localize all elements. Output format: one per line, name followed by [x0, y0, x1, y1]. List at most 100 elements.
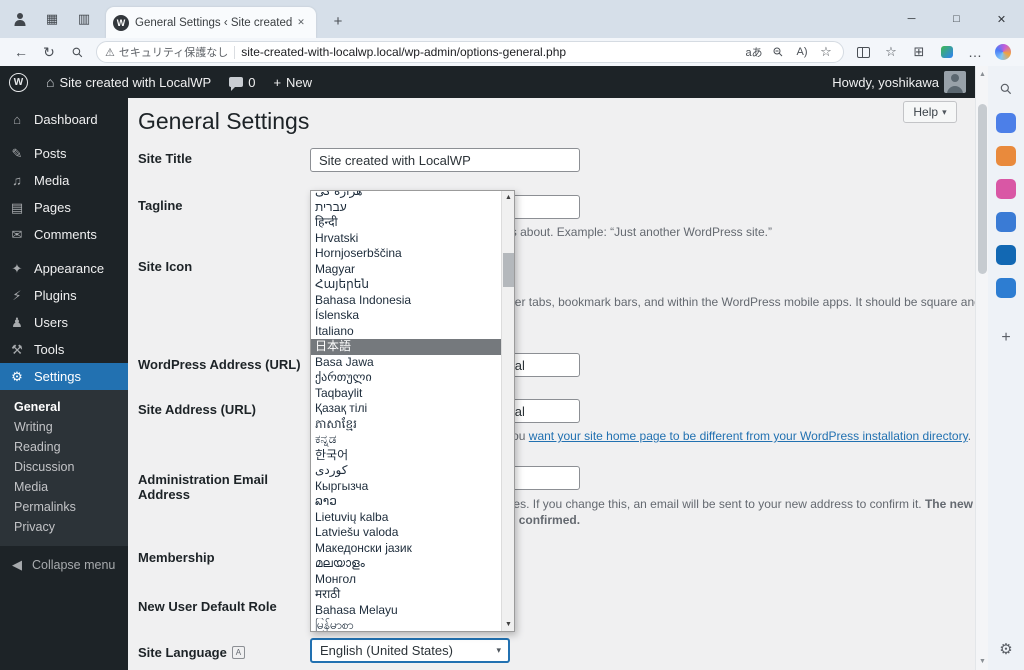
- submenu-item-permalinks[interactable]: Permalinks: [0, 497, 128, 517]
- search-icon[interactable]: [64, 41, 90, 63]
- submenu-item-general[interactable]: General: [0, 397, 128, 417]
- language-option[interactable]: ქართული: [311, 370, 501, 386]
- sidebar-item-comments[interactable]: ✉ Comments: [0, 221, 128, 248]
- dashboard-icon: ⌂: [9, 112, 25, 127]
- language-option[interactable]: Hrvatski: [311, 231, 501, 247]
- submenu-item-media[interactable]: Media: [0, 477, 128, 497]
- language-option[interactable]: Taqbaylit: [311, 386, 501, 402]
- collections-icon[interactable]: ⊞: [906, 41, 932, 63]
- copilot-icon[interactable]: [990, 41, 1016, 63]
- sidebar-item-tools[interactable]: ⚒ Tools: [0, 336, 128, 363]
- language-option[interactable]: 日本語: [311, 339, 501, 355]
- favorite-star-icon[interactable]: ☆: [817, 44, 835, 60]
- language-option[interactable]: ភាសាខ្មែរ: [311, 417, 501, 433]
- security-chip[interactable]: ⚠ セキュリティ保護なし: [105, 44, 228, 60]
- scroll-up-icon[interactable]: ▲: [502, 191, 515, 204]
- sidebar-item-media[interactable]: ♫ Media: [0, 167, 128, 194]
- admin-bar-site-name[interactable]: ⌂ Site created with LocalWP: [37, 66, 220, 98]
- sidebar-item-dashboard[interactable]: ⌂ Dashboard: [0, 106, 128, 133]
- language-option[interactable]: هزاره گی: [311, 191, 501, 200]
- rail-microsoft365-icon[interactable]: [996, 212, 1016, 232]
- submenu-item-reading[interactable]: Reading: [0, 437, 128, 457]
- language-option[interactable]: كوردی: [311, 463, 501, 479]
- sidebar-separator[interactable]: [0, 133, 128, 140]
- tab-list-icon[interactable]: ▥: [72, 7, 96, 31]
- language-option[interactable]: 한국어: [311, 448, 501, 464]
- language-option[interactable]: Кыргызча: [311, 479, 501, 495]
- language-option[interactable]: ಕನ್ನಡ: [311, 432, 501, 448]
- rail-discover-icon[interactable]: [996, 113, 1016, 133]
- language-option[interactable]: हिन्दी: [311, 215, 501, 231]
- chevron-down-icon: ▾: [942, 107, 947, 118]
- language-option[interactable]: Latviešu valoda: [311, 525, 501, 541]
- admin-bar-comments[interactable]: 0: [220, 66, 264, 98]
- admin-bar-account[interactable]: Howdy, yoshikawa: [823, 66, 975, 98]
- zoom-icon[interactable]: [769, 46, 787, 58]
- sidebar-item-plugins[interactable]: ⚡ Plugins: [0, 282, 128, 309]
- collapse-menu-button[interactable]: ◀ Collapse menu: [0, 552, 128, 578]
- sidebar-item-posts[interactable]: ✎ Posts: [0, 140, 128, 167]
- help-button[interactable]: Help ▾: [903, 101, 957, 123]
- language-option[interactable]: Italiano: [311, 324, 501, 340]
- minimize-button[interactable]: ─: [889, 0, 934, 38]
- admin-bar-new[interactable]: + New: [264, 66, 321, 98]
- language-option[interactable]: Hornjoserbščina: [311, 246, 501, 262]
- sidebar-item-appearance[interactable]: ✦ Appearance: [0, 255, 128, 282]
- sidebar-item-pages[interactable]: ▤ Pages: [0, 194, 128, 221]
- close-button[interactable]: ✕: [979, 0, 1024, 38]
- home-page-link[interactable]: want your site home page to be different…: [529, 429, 968, 443]
- language-option[interactable]: Basa Jawa: [311, 355, 501, 371]
- submenu-item-writing[interactable]: Writing: [0, 417, 128, 437]
- more-menu-icon[interactable]: …: [962, 41, 988, 63]
- back-icon[interactable]: ←: [8, 41, 34, 63]
- favorites-icon[interactable]: ☆: [878, 41, 904, 63]
- language-option[interactable]: ລາວ: [311, 494, 501, 510]
- rail-outlook-icon[interactable]: [996, 245, 1016, 265]
- language-option[interactable]: Հայերեն: [311, 277, 501, 293]
- language-option[interactable]: മലയാളം: [311, 556, 501, 572]
- sidebar-separator[interactable]: [0, 248, 128, 255]
- language-option[interactable]: မြန်မာစာ: [311, 618, 501, 631]
- tab-close-icon[interactable]: ✕: [293, 17, 309, 28]
- submenu-item-discussion[interactable]: Discussion: [0, 457, 128, 477]
- maximize-button[interactable]: □: [934, 0, 979, 38]
- site-title-input[interactable]: [310, 148, 580, 172]
- dropdown-scrollbar[interactable]: ▲ ▼: [501, 191, 514, 631]
- translate-icon[interactable]: aあ: [745, 44, 763, 60]
- split-screen-icon[interactable]: [850, 41, 876, 63]
- workspaces-icon[interactable]: ▦: [40, 7, 64, 31]
- rail-shopping-icon[interactable]: [996, 146, 1016, 166]
- language-option[interactable]: Bahasa Melayu: [311, 603, 501, 619]
- read-aloud-icon[interactable]: A): [793, 46, 811, 58]
- rail-word-icon[interactable]: [996, 278, 1016, 298]
- language-option[interactable]: עברית: [311, 200, 501, 216]
- sidebar-settings-icon[interactable]: ⚙: [995, 638, 1017, 660]
- new-tab-button[interactable]: +: [326, 9, 350, 33]
- page-scrollbar[interactable]: ▲ ▼: [975, 66, 988, 670]
- membership-label: Membership: [138, 550, 308, 565]
- wordpress-logo[interactable]: W: [0, 66, 37, 98]
- dropdown-scrollbar-thumb[interactable]: [503, 253, 514, 287]
- rail-people-icon[interactable]: [996, 179, 1016, 199]
- address-bar[interactable]: ⚠ セキュリティ保護なし site-created-with-localwp.l…: [96, 41, 844, 63]
- scroll-down-icon[interactable]: ▼: [502, 618, 515, 631]
- browser-tab[interactable]: W General Settings ‹ Site created w ✕: [106, 7, 316, 38]
- browser-essentials-icon[interactable]: [934, 41, 960, 63]
- submenu-item-privacy[interactable]: Privacy: [0, 517, 128, 537]
- language-option[interactable]: Қазақ тілі: [311, 401, 501, 417]
- site-language-select[interactable]: English (United States) ▾: [310, 638, 510, 663]
- refresh-icon[interactable]: ↻: [36, 41, 62, 63]
- language-option[interactable]: Монгол: [311, 572, 501, 588]
- language-option[interactable]: Bahasa Indonesia: [311, 293, 501, 309]
- language-option[interactable]: Македонски јазик: [311, 541, 501, 557]
- sidebar-item-settings[interactable]: ⚙ Settings: [0, 363, 128, 390]
- language-option[interactable]: मराठी: [311, 587, 501, 603]
- sidebar-item-users[interactable]: ♟ Users: [0, 309, 128, 336]
- profile-icon[interactable]: [8, 7, 32, 31]
- language-option[interactable]: Magyar: [311, 262, 501, 278]
- sidebar-search-icon[interactable]: [995, 78, 1017, 100]
- language-option[interactable]: Lietuvių kalba: [311, 510, 501, 526]
- page-scrollbar-thumb[interactable]: [978, 104, 987, 274]
- sidebar-add-icon[interactable]: +: [995, 327, 1017, 349]
- language-option[interactable]: Íslenska: [311, 308, 501, 324]
